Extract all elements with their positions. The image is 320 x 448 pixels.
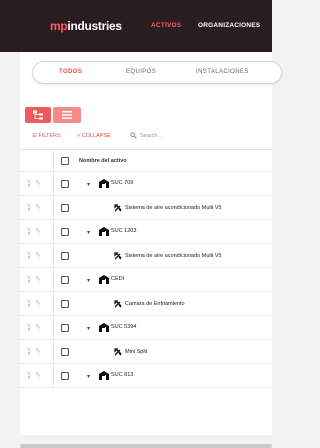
filter-icon: ☰: [32, 133, 37, 139]
nav-activos[interactable]: ACTIVOS: [151, 22, 181, 29]
filter-bar: ☰ FILTERS ˅ COLLAPSE Search...: [28, 130, 268, 144]
location-label: SUC 813: [111, 372, 134, 378]
table-row[interactable]: ✎ Sistema de aire acondicionado Multi V5: [20, 244, 272, 268]
tab-equipos[interactable]: EQUIPOS: [126, 69, 156, 75]
row-checkbox[interactable]: [61, 204, 69, 212]
top-navbar: mpindustries ACTIVOS ORGANIZACIONES: [0, 0, 272, 52]
view-toggle: [25, 107, 83, 123]
location-label: SUC 1203: [111, 228, 137, 234]
asset-label: Mini Split: [125, 349, 148, 355]
scrollbar-thumb[interactable]: [20, 444, 272, 448]
drag-handle-icon[interactable]: [28, 252, 30, 259]
brand-logo[interactable]: mpindustries: [50, 19, 122, 33]
expand-caret-icon[interactable]: ▾: [87, 277, 90, 284]
edit-icon[interactable]: ✎: [35, 275, 41, 283]
list-icon: [62, 111, 72, 119]
table-header-row: Nombre del activo: [20, 149, 272, 172]
location-icon: [99, 179, 109, 188]
edit-icon[interactable]: ✎: [35, 251, 41, 259]
list-view-button[interactable]: [53, 107, 81, 123]
filters-button[interactable]: ☰ FILTERS: [32, 133, 61, 139]
asset-label: Camara de Enfriamiento: [125, 301, 185, 307]
expand-caret-icon[interactable]: ▾: [87, 325, 90, 332]
column-header-name[interactable]: Nombre del activo: [79, 158, 127, 164]
collapse-button[interactable]: ˅ COLLAPSE: [77, 133, 111, 139]
location-label: CEDI: [111, 276, 125, 282]
drag-handle-icon[interactable]: [28, 324, 30, 331]
drag-handle-icon[interactable]: [28, 276, 30, 283]
table-row[interactable]: ✎ Sistema de aire acondicionado Multi V5: [20, 196, 272, 220]
expand-caret-icon[interactable]: ▾: [87, 181, 90, 188]
tools-icon: [114, 348, 122, 356]
location-label: SUC 5394: [111, 324, 137, 330]
edit-icon[interactable]: ✎: [35, 179, 41, 187]
nav-organizaciones[interactable]: ORGANIZACIONES: [198, 22, 260, 29]
tools-icon: [114, 204, 122, 212]
select-all-checkbox[interactable]: [61, 157, 69, 165]
edit-icon[interactable]: ✎: [35, 323, 41, 331]
drag-handle-icon[interactable]: [28, 348, 30, 355]
table-row[interactable]: ✎ ▾ CEDI: [20, 268, 272, 292]
drag-handle-icon[interactable]: [28, 372, 30, 379]
asset-label: Sistema de aire acondicionado Multi V5: [125, 253, 222, 259]
table-row[interactable]: ✎ ▾ SUC 5394: [20, 316, 272, 340]
tools-icon: [114, 252, 122, 260]
row-checkbox[interactable]: [61, 228, 69, 236]
expand-caret-icon[interactable]: ▾: [87, 373, 90, 380]
tree-icon: [33, 110, 43, 120]
asset-label: Sistema de aire acondicionado Multi V5: [125, 205, 222, 211]
drag-handle-icon[interactable]: [28, 204, 30, 211]
tab-todos[interactable]: TODOS: [59, 69, 82, 75]
table-row[interactable]: ✎ Camara de Enfriamiento: [20, 292, 272, 316]
location-icon: [99, 323, 109, 332]
location-label: SUC 709: [111, 180, 134, 186]
row-checkbox[interactable]: [61, 252, 69, 260]
edit-icon[interactable]: ✎: [35, 299, 41, 307]
edit-icon[interactable]: ✎: [35, 227, 41, 235]
tree-view-button[interactable]: [25, 107, 51, 123]
table-row[interactable]: ✎ Mini Split: [20, 340, 272, 364]
row-checkbox[interactable]: [61, 324, 69, 332]
row-checkbox[interactable]: [61, 372, 69, 380]
tools-icon: [114, 300, 122, 308]
tab-instalaciones[interactable]: INSTALACIONES: [196, 69, 249, 75]
table-row[interactable]: ✎ ▾ SUC 1203: [20, 220, 272, 244]
location-icon: [99, 227, 109, 236]
segment-tabs: TODOS EQUIPOS INSTALACIONES: [32, 61, 282, 84]
search-icon: [130, 132, 137, 139]
row-checkbox[interactable]: [61, 300, 69, 308]
table-row[interactable]: ✎ ▾ SUC 813: [20, 364, 272, 388]
edit-icon[interactable]: ✎: [35, 203, 41, 211]
expand-caret-icon[interactable]: ▾: [87, 229, 90, 236]
drag-handle-icon[interactable]: [28, 300, 30, 307]
location-icon: [99, 371, 109, 380]
horizontal-scrollbar[interactable]: [20, 444, 272, 448]
drag-handle-icon[interactable]: [28, 228, 30, 235]
drag-handle-icon[interactable]: [28, 180, 30, 187]
content-panel: TODOS EQUIPOS INSTALACIONES ☰ FILTERS ˅ …: [20, 52, 282, 448]
edit-icon[interactable]: ✎: [35, 347, 41, 355]
row-checkbox[interactable]: [61, 180, 69, 188]
row-checkbox[interactable]: [61, 276, 69, 284]
row-checkbox[interactable]: [61, 348, 69, 356]
chevron-down-icon: ˅: [77, 133, 81, 139]
location-icon: [99, 275, 109, 284]
search-input[interactable]: Search...: [130, 131, 210, 142]
asset-table: Nombre del activo ✎ ▾ SUC 709 ✎ Sistema …: [20, 149, 272, 388]
edit-icon[interactable]: ✎: [35, 371, 41, 379]
table-row[interactable]: ✎ ▾ SUC 709: [20, 172, 272, 196]
